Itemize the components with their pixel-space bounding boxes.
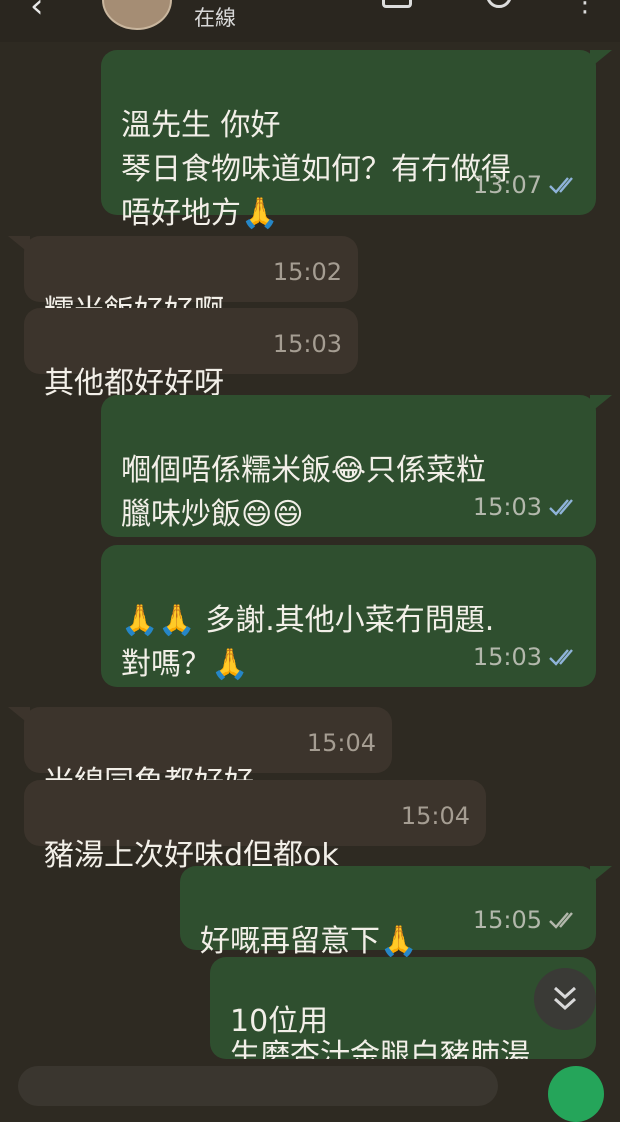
message-bubble[interactable]: 其他都好好呀 15:03 [24, 308, 358, 401]
message-text: 溫先生 你好 琴日食物味道如何？有冇做得 唔好地方🙏 [121, 108, 511, 231]
message-bubble[interactable]: 🙏🙏 多謝.其他小菜冇問題. 對嗎？🙏 15:03 [101, 545, 596, 687]
message-time: 15:03 [472, 643, 542, 671]
message-bubble[interactable]: 豬湯上次好味d但都ok 15:04 [24, 780, 486, 873]
message-text: 好嘅再留意下🙏 [200, 924, 418, 959]
message-bubble[interactable]: 糯米飯好好啊 15:02 [24, 236, 358, 329]
avatar[interactable] [102, 0, 172, 30]
message-time: 15:04 [400, 802, 470, 830]
message-text: 🙏🙏 多謝.其他小菜冇問題. 對嗎？🙏 [121, 603, 495, 682]
message-time: 15:03 [472, 493, 542, 521]
message-time: 13:07 [472, 171, 542, 199]
message-text: 10位用 生磨杏汁金腿白豬肺湯 涼拌皮蛋蒸金銀米線 [230, 1004, 530, 1060]
chat-header: ‹ 在線 ⋮ [0, 0, 620, 42]
message-time: 15:05 [472, 906, 542, 934]
message-time: 15:03 [272, 330, 342, 358]
voice-call-icon[interactable] [486, 0, 512, 8]
message-time: 15:04 [306, 729, 376, 757]
video-call-icon[interactable] [382, 0, 412, 8]
message-bubble[interactable]: 溫先生 你好 琴日食物味道如何？有冇做得 唔好地方🙏 13:07 [101, 50, 596, 231]
message-time: 15:02 [272, 258, 342, 286]
message-input-field[interactable] [18, 1066, 498, 1106]
more-options-icon[interactable]: ⋮ [572, 0, 598, 18]
message-text: 嗰個唔係糯米飯😂只係菜粒 臘味炒飯😄😄 [121, 453, 487, 532]
online-status: 在線 [194, 6, 236, 30]
message-bubble[interactable]: 米線同魚都好好 15:04 [24, 707, 392, 800]
read-ticks-icon [549, 649, 573, 666]
message-bubble[interactable]: 嗰個唔係糯米飯😂只係菜粒 臘味炒飯😄😄 15:03 [101, 395, 596, 537]
message-bubble[interactable]: 好嘅再留意下🙏 15:05 [180, 866, 596, 959]
mic-button[interactable] [548, 1066, 604, 1122]
read-ticks-icon [549, 499, 573, 516]
read-ticks-icon [549, 912, 573, 929]
double-chevron-down-icon [553, 986, 577, 1011]
back-arrow-icon[interactable]: ‹ [30, 0, 44, 26]
read-ticks-icon [549, 177, 573, 194]
scroll-to-bottom-button[interactable] [534, 968, 596, 1030]
